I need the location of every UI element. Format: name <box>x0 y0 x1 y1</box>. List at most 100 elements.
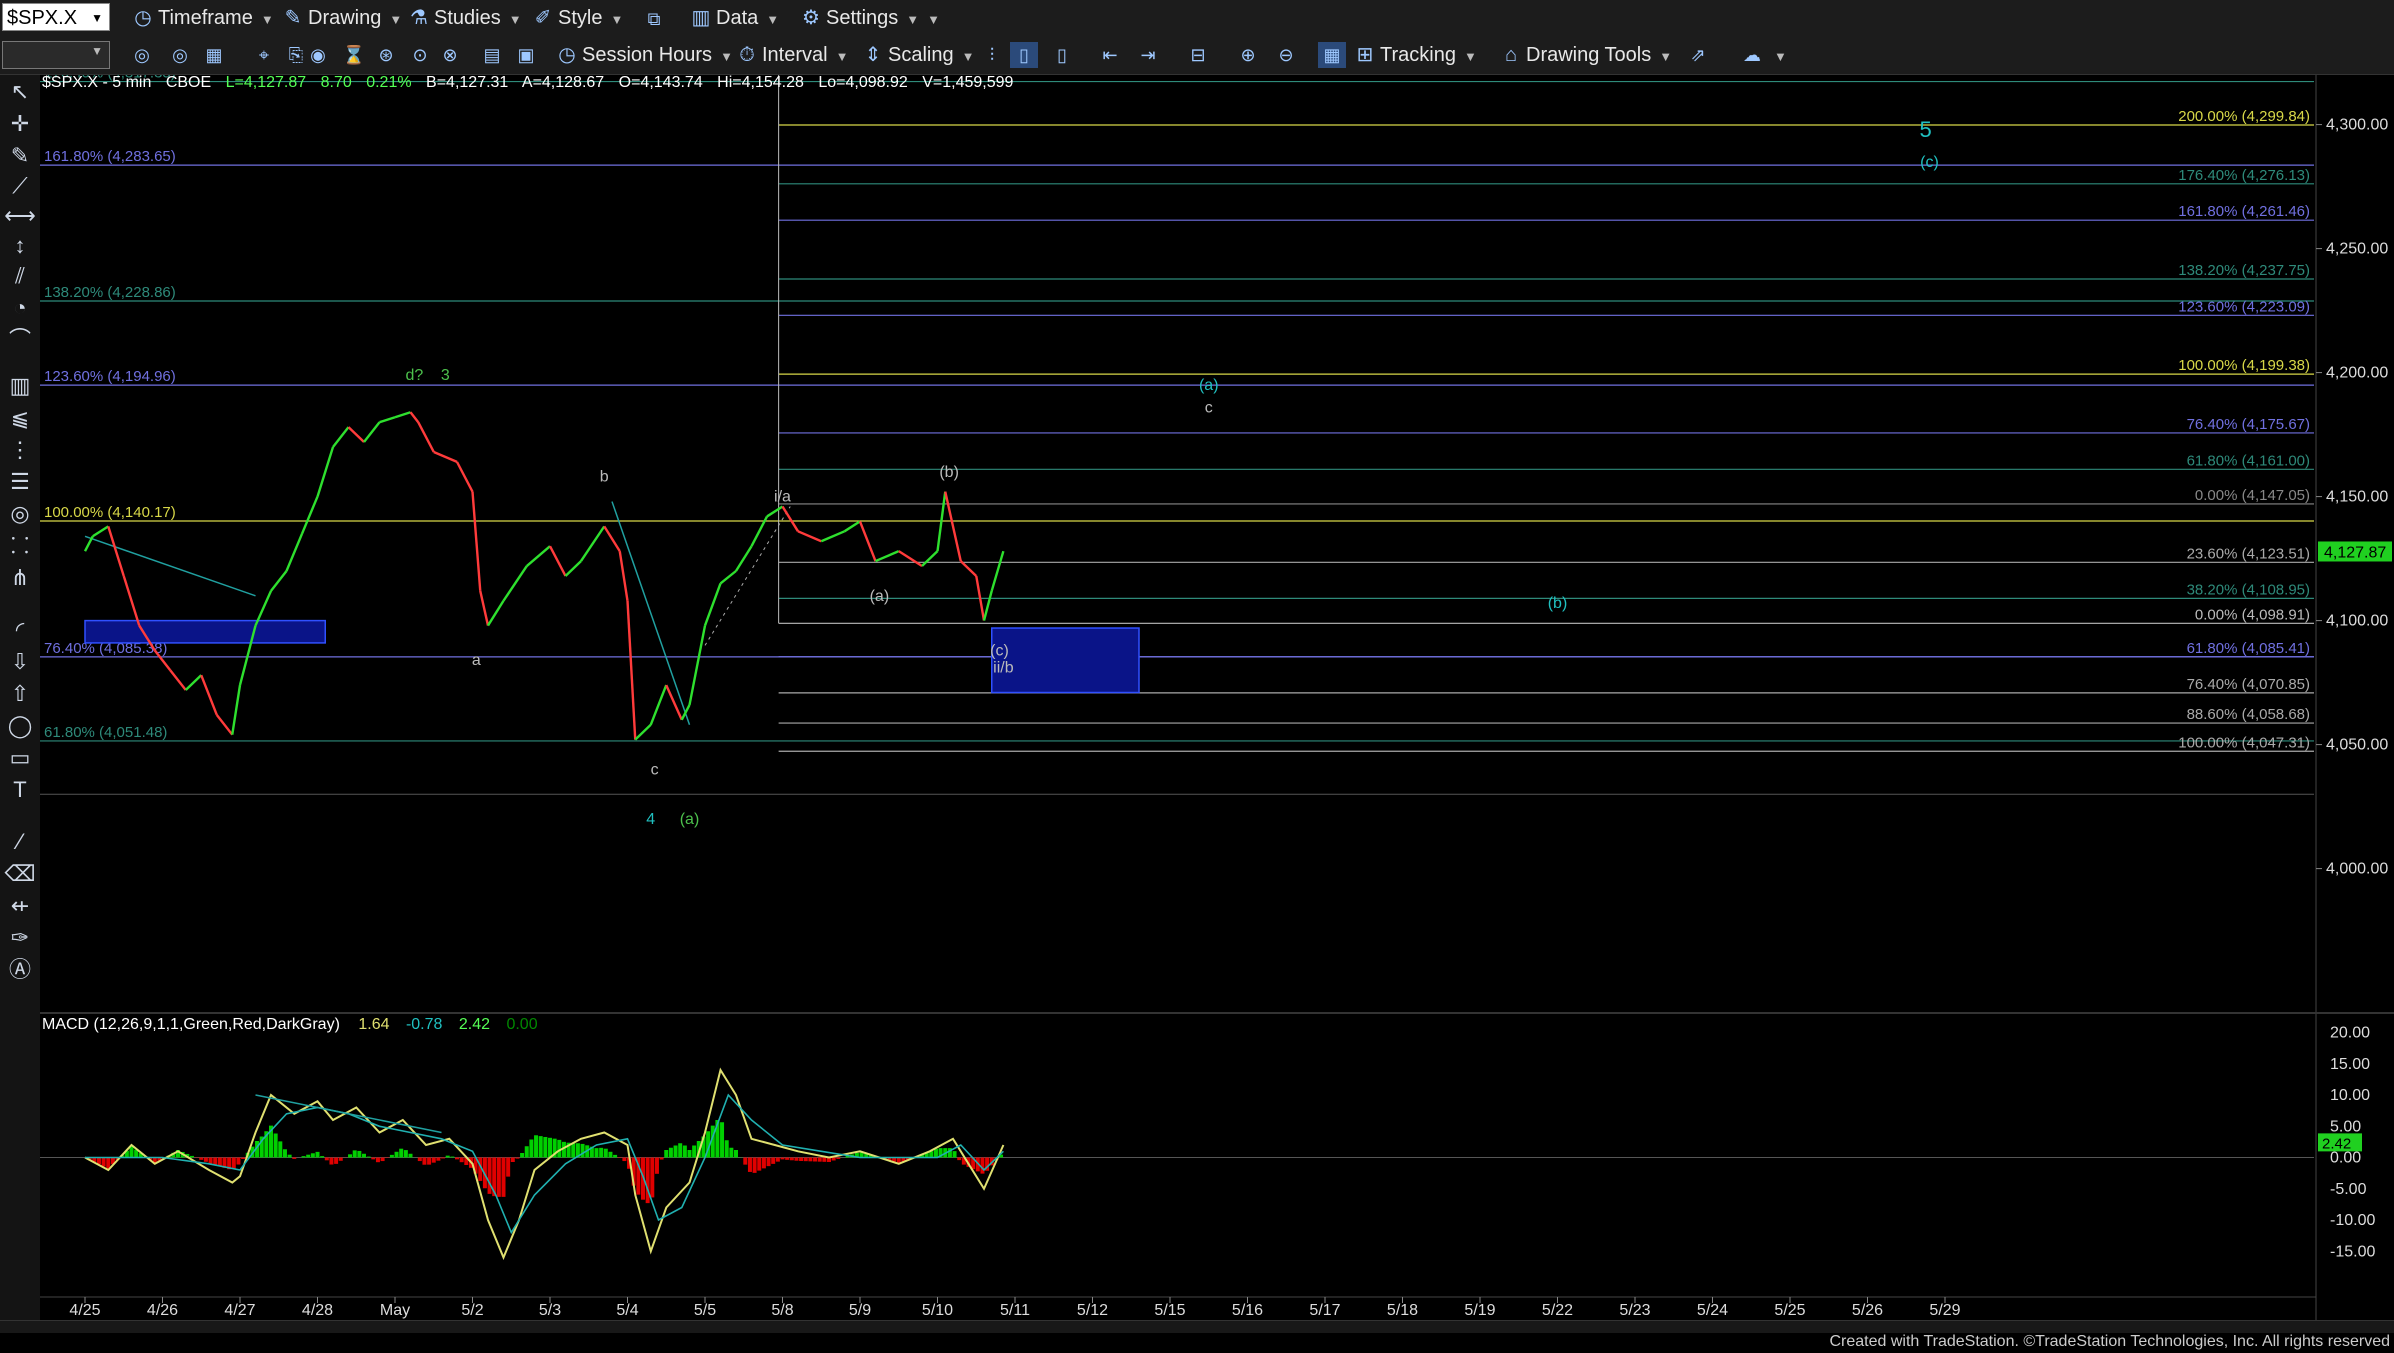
date-label-18: 5/19 <box>1464 1302 1495 1319</box>
last-price: L=4,127.87 <box>225 74 307 91</box>
cloud-dropdown[interactable]: ▼ <box>1766 41 1787 69</box>
macd-tick-label-2: 10.00 <box>2330 1087 2370 1104</box>
search-circle-icon[interactable]: ⊛ <box>372 42 400 68</box>
symbol-input[interactable]: $SPX.X ▼ <box>2 3 110 31</box>
fib-label-right-5: 100.00% (4,199.38) <box>2178 357 2310 374</box>
rectangle-icon[interactable]: ▭ <box>4 743 36 773</box>
hourglass-icon[interactable]: ⌛ <box>340 42 368 68</box>
interval-label: Interval <box>762 44 828 66</box>
brush-tool-icon[interactable]: ✎ <box>4 141 36 171</box>
cloud-icon[interactable]: ☁ <box>1738 42 1766 68</box>
gann-icon[interactable]: ⸬ <box>4 531 36 561</box>
ruler-icon[interactable]: ⇷ <box>4 891 36 921</box>
annotation-icon[interactable]: Ⓐ <box>4 955 36 985</box>
grid-icon[interactable]: ▦ <box>1318 42 1346 68</box>
net-change: 8.70 <box>320 74 352 91</box>
arrow-down-icon[interactable]: ⇩ <box>4 647 36 677</box>
date-label-23: 5/26 <box>1852 1302 1883 1319</box>
timeframe-label: Timeframe <box>158 7 253 29</box>
wave-label-0: d? <box>405 367 423 384</box>
move-left-icon[interactable]: ⇤ <box>1096 42 1124 68</box>
bid: B=4,127.31 <box>426 74 509 91</box>
fib-timezone-icon[interactable]: ⋮ <box>4 435 36 465</box>
flask-icon: ⚗ <box>410 7 428 29</box>
macd-tick-label-1: 15.00 <box>2330 1056 2370 1073</box>
timeframe-menu[interactable]: ◷ Timeframe ▼ <box>132 4 273 32</box>
date-label-5: 5/2 <box>461 1302 483 1319</box>
date-label-10: 5/9 <box>849 1302 871 1319</box>
workspace-select[interactable]: ▼ <box>2 41 110 69</box>
channel-icon[interactable]: ⫽ <box>4 261 36 291</box>
style-menu[interactable]: ✐ Style ▼ <box>532 4 624 32</box>
text-icon[interactable]: T <box>4 775 36 805</box>
symbol-link-icon[interactable]: ⌖ <box>250 42 278 68</box>
export-icon[interactable]: ⇗ <box>1684 42 1712 68</box>
data-menu[interactable]: ▥ Data ▼ <box>690 4 780 32</box>
trendline-icon[interactable]: ⟋ <box>4 171 36 201</box>
fit-icon[interactable]: ⊗ <box>436 42 464 68</box>
support-box-target <box>991 627 1140 694</box>
link-icon[interactable]: ⧉ <box>640 6 668 32</box>
interval-menu[interactable]: ⏱ Interval ▼ <box>736 41 848 69</box>
studies-menu[interactable]: ⚗ Studies ▼ <box>408 4 522 32</box>
layout-split-icon[interactable]: ⊟ <box>1184 42 1212 68</box>
fib-label-right-14: 88.60% (4,058.68) <box>2187 706 2310 723</box>
wave-label-7: i/a <box>774 489 791 506</box>
scaling-menu[interactable]: ⇕ Scaling ▼ <box>862 41 975 69</box>
cycle-icon[interactable]: ◔ <box>4 293 36 323</box>
fib-extension-icon[interactable]: ⫹ <box>4 403 36 433</box>
low: Lo=4,098.92 <box>818 74 908 91</box>
drawing-tools-menu[interactable]: ⌂ Drawing Tools ▼ <box>1500 41 1672 69</box>
andrews-pitchfork-icon[interactable]: ⋔ <box>4 563 36 593</box>
crosshair-icon[interactable]: ✛ <box>4 109 36 139</box>
fib-label-right-0: 200.00% (4,299.84) <box>2178 108 2310 125</box>
zoom-in-icon[interactable]: ⊕ <box>1234 42 1262 68</box>
move-right-icon[interactable]: ⇥ <box>1134 42 1162 68</box>
date-label-15: 5/16 <box>1232 1302 1263 1319</box>
price-chart[interactable]: 176.40% (4,317.35)161.80% (4,283.65)138.… <box>40 75 2394 1320</box>
chevron-down-icon: ▼ <box>1659 49 1673 64</box>
chevron-down-icon[interactable]: ▼ <box>91 4 103 32</box>
support-box-left <box>84 619 326 644</box>
horizontal-scrollbar[interactable] <box>0 1320 2394 1333</box>
hollow-candle-icon[interactable]: ▯ <box>1048 42 1076 68</box>
wave-label-2: a <box>472 652 481 669</box>
horizontal-icon[interactable]: ⟷ <box>4 201 36 231</box>
fib-lines-icon[interactable]: ▥ <box>4 371 36 401</box>
fib-circle-icon[interactable]: ◎ <box>4 499 36 529</box>
zoom-out-icon[interactable]: ⊖ <box>1272 42 1300 68</box>
date-label-20: 5/23 <box>1619 1302 1650 1319</box>
drawing-menu[interactable]: ✎ Drawing ▼ <box>282 4 403 32</box>
studies-label: Studies <box>434 7 501 29</box>
ellipse-icon[interactable]: ◯ <box>4 711 36 741</box>
drawing-tools-label: Drawing Tools <box>1526 44 1652 66</box>
refresh-alt-icon[interactable]: ◎ <box>166 42 194 68</box>
style-label: Style <box>558 7 603 29</box>
fib-levels-icon[interactable]: ☰ <box>4 467 36 497</box>
sync-icon[interactable]: ◉ <box>304 42 332 68</box>
refresh-icon[interactable]: ◎ <box>128 42 156 68</box>
settings-label: Settings <box>826 7 899 29</box>
pencil-icon[interactable]: ⁄ <box>4 827 36 857</box>
bar-chart-icon[interactable]: ⫶ <box>978 42 1006 68</box>
arc-icon[interactable]: ◜ <box>4 615 36 645</box>
cursor-sync-icon[interactable]: ⊙ <box>406 42 434 68</box>
date-label-1: 4/26 <box>147 1302 178 1319</box>
symbol-value: $SPX.X <box>7 7 78 29</box>
price-tick-label-3: 4,150.00 <box>2326 489 2388 506</box>
vertical-icon[interactable]: ↕ <box>4 231 36 261</box>
price-tick-label-5: 4,050.00 <box>2326 737 2388 754</box>
session-hours-menu[interactable]: ◷ Session Hours ▼ <box>556 41 733 69</box>
layout-icon[interactable]: ▤ <box>478 42 506 68</box>
calendar-icon[interactable]: ▦ <box>200 42 228 68</box>
tracking-menu[interactable]: ⊞ Tracking ▼ <box>1354 41 1477 69</box>
candlestick-icon[interactable]: ▯ <box>1010 42 1038 68</box>
arrow-up-icon[interactable]: ⇧ <box>4 679 36 709</box>
fib-arc-icon[interactable]: ⌒ <box>4 325 36 355</box>
pointer-icon[interactable]: ↖ <box>4 77 36 107</box>
highlighter-icon[interactable]: ✑ <box>4 923 36 953</box>
panel-icon[interactable]: ▣ <box>512 42 540 68</box>
macd-zero: 0.00 <box>506 1016 538 1033</box>
eraser-icon[interactable]: ⌫ <box>4 859 36 889</box>
settings-menu[interactable]: ⚙ Settings ▼ ▼ <box>800 4 940 32</box>
